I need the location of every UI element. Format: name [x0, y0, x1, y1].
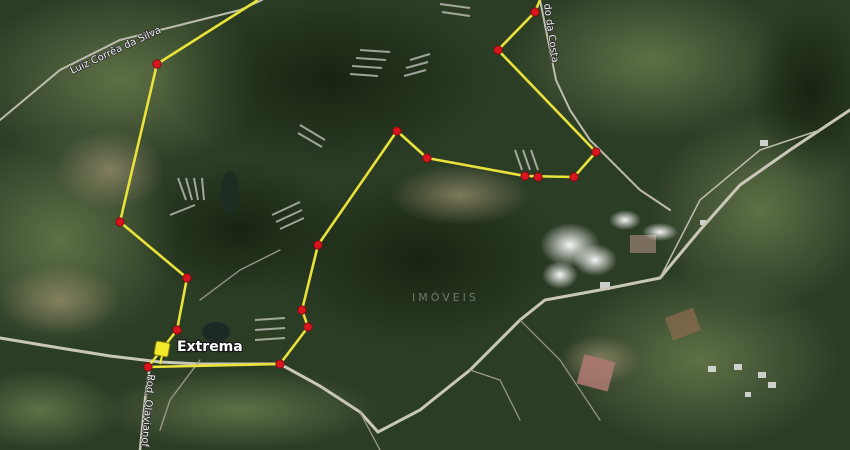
route-vertex: [115, 217, 125, 227]
terrain: [0, 0, 850, 450]
watermark-text: IMÓVEIS: [412, 291, 479, 304]
route-vertex: [569, 172, 579, 182]
satellite-map[interactable]: Extrema Luiz Corrêa da Silva do da Costa…: [0, 0, 850, 450]
place-label-extrema: Extrema: [177, 339, 243, 355]
route-vertex: [275, 359, 285, 369]
route-vertex: [143, 362, 153, 372]
route-vertex: [297, 305, 307, 315]
route-vertex: [493, 45, 503, 55]
map-canvas[interactable]: Extrema Luiz Corrêa da Silva do da Costa…: [0, 0, 850, 450]
route-vertex: [392, 126, 402, 136]
route-vertex: [182, 273, 192, 283]
route-vertex: [303, 322, 313, 332]
route-vertex: [591, 147, 601, 157]
route-vertex: [520, 171, 530, 181]
route-vertex: [172, 325, 182, 335]
route-vertex: [313, 240, 323, 250]
route-vertex: [533, 172, 543, 182]
route-vertex: [152, 59, 162, 69]
route-vertex: [422, 153, 432, 163]
route-vertex: [530, 7, 540, 17]
